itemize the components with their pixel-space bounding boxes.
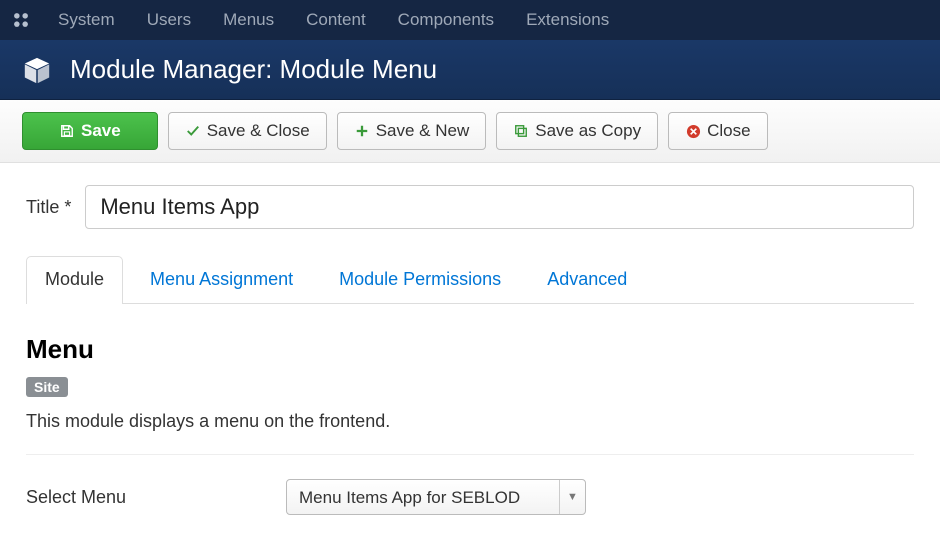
menu-menus[interactable]: Menus: [209, 0, 288, 40]
save-new-button[interactable]: Save & New: [337, 112, 487, 150]
page-title: Module Manager: Module Menu: [70, 54, 437, 85]
select-menu-dropdown[interactable]: Menu Items App for SEBLOD: [286, 479, 586, 515]
section-heading: Menu: [26, 334, 914, 365]
toolbar: Save Save & Close Save & New Save as Cop…: [0, 100, 940, 163]
menu-system[interactable]: System: [44, 0, 129, 40]
menu-extensions[interactable]: Extensions: [512, 0, 623, 40]
menu-content[interactable]: Content: [292, 0, 380, 40]
tabs: Module Menu Assignment Module Permission…: [26, 255, 914, 304]
divider: [26, 454, 914, 455]
select-menu-wrap: Menu Items App for SEBLOD ▼: [286, 479, 586, 515]
content-area: Title * Module Menu Assignment Module Pe…: [0, 163, 940, 537]
module-tab-content: Menu Site This module displays a menu on…: [26, 304, 914, 515]
title-input[interactable]: [85, 185, 914, 229]
joomla-logo-icon: [10, 9, 32, 31]
save-new-label: Save & New: [376, 121, 470, 141]
save-copy-label: Save as Copy: [535, 121, 641, 141]
tab-module[interactable]: Module: [26, 256, 123, 304]
module-cube-icon: [22, 55, 52, 85]
copy-icon: [513, 123, 529, 139]
tab-menu-assignment[interactable]: Menu Assignment: [131, 256, 312, 304]
tab-module-permissions[interactable]: Module Permissions: [320, 256, 520, 304]
check-icon: [185, 123, 201, 139]
title-label: Title *: [26, 197, 71, 218]
client-badge: Site: [26, 377, 68, 397]
tab-advanced[interactable]: Advanced: [528, 256, 646, 304]
module-description: This module displays a menu on the front…: [26, 411, 914, 432]
select-menu-label: Select Menu: [26, 487, 286, 508]
select-menu-row: Select Menu Menu Items App for SEBLOD ▼: [26, 479, 914, 515]
close-icon: [685, 123, 701, 139]
title-row: Title *: [26, 185, 914, 229]
save-label: Save: [81, 121, 121, 141]
close-button[interactable]: Close: [668, 112, 767, 150]
menu-users[interactable]: Users: [133, 0, 205, 40]
page-titlebar: Module Manager: Module Menu: [0, 40, 940, 100]
save-close-label: Save & Close: [207, 121, 310, 141]
plus-icon: [354, 123, 370, 139]
save-button[interactable]: Save: [22, 112, 158, 150]
top-menubar: System Users Menus Content Components Ex…: [0, 0, 940, 40]
save-close-button[interactable]: Save & Close: [168, 112, 327, 150]
menu-components[interactable]: Components: [384, 0, 508, 40]
save-copy-button[interactable]: Save as Copy: [496, 112, 658, 150]
close-label: Close: [707, 121, 750, 141]
save-icon: [59, 123, 75, 139]
